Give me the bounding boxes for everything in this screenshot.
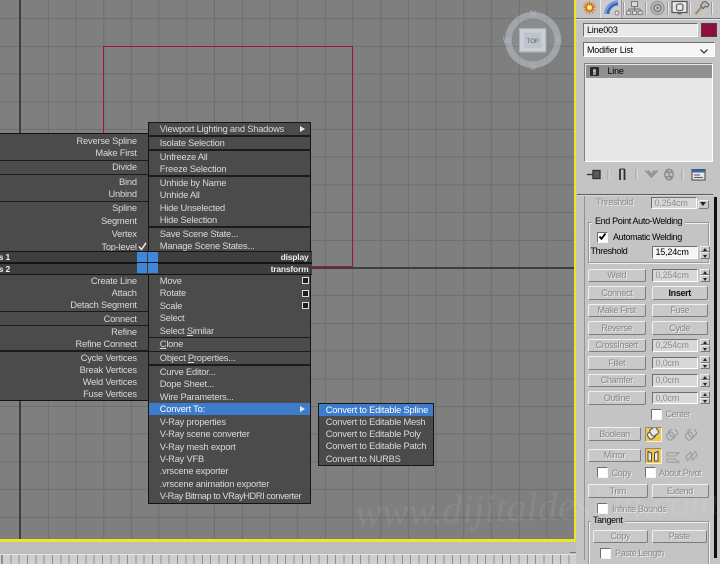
svg-text:S: S <box>530 62 536 72</box>
svg-text:N: N <box>530 9 537 19</box>
svg-text:E: E <box>556 36 562 46</box>
svg-text:W: W <box>503 36 512 46</box>
svg-text:TOP: TOP <box>527 39 539 45</box>
